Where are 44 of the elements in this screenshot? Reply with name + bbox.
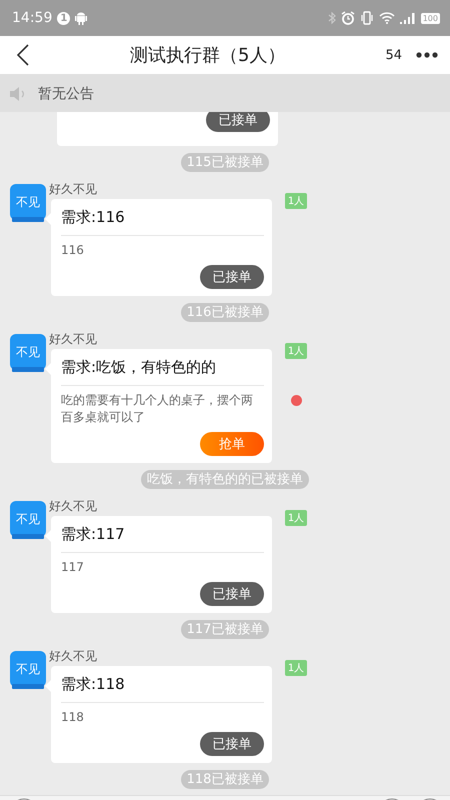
read-count-badge: 1人 [284, 660, 308, 676]
grab-button[interactable]: 抢单 [200, 432, 264, 456]
request-title: 需求:吃饭，有特色的的 [61, 356, 264, 386]
avatar[interactable]: 不见 [10, 334, 46, 370]
battery-level: 100 [420, 12, 440, 24]
avatar[interactable]: 不见 [10, 184, 46, 220]
sender-name: 好久不见 [49, 649, 98, 663]
status-button[interactable]: 已接单 [200, 582, 264, 606]
vibrate-icon [360, 11, 374, 25]
system-notice: 吃饭，有特色的的已被接单 [141, 470, 309, 489]
request-description: 117 [61, 559, 85, 576]
request-title: 需求:118 [61, 673, 264, 703]
request-description: 吃的需要有十几个人的桌子，摆个两百多桌就可以了 [61, 392, 254, 426]
more-button[interactable] [416, 52, 438, 58]
request-description: 118 [61, 709, 85, 726]
sender-name: 好久不见 [49, 332, 98, 346]
avatar[interactable]: 不见 [10, 501, 46, 537]
request-title: 需求:117 [61, 523, 264, 553]
status-button[interactable]: 已接单 [200, 265, 264, 289]
clock: 14:59 [12, 10, 52, 26]
avatar[interactable]: 不见 [10, 651, 46, 687]
alarm-icon [340, 11, 355, 25]
system-notice: 117已被接单 [180, 620, 270, 639]
sender-name: 好久不见 [49, 499, 98, 513]
notification-badge: 1 [57, 12, 70, 24]
chat-title: 测试执行群（5人） [129, 44, 286, 67]
status-button[interactable]: 已接单 [200, 732, 264, 756]
system-notice: 118已被接单 [180, 770, 270, 789]
signal-icon [400, 12, 416, 24]
read-count-badge: 1人 [284, 343, 308, 359]
status-button[interactable]: 已接单 [206, 112, 270, 132]
read-count-badge: 1人 [284, 193, 308, 209]
message-count: 54 [385, 48, 402, 62]
request-title: 需求:116 [61, 206, 264, 236]
system-notice: 115已被接单 [180, 153, 270, 172]
request-description: 116 [61, 242, 85, 259]
bluetooth-icon [328, 12, 336, 24]
system-notice: 116已被接单 [180, 303, 270, 322]
wifi-icon [378, 12, 395, 24]
read-count-badge: 1人 [284, 510, 308, 526]
back-button[interactable] [16, 44, 30, 66]
android-icon [75, 12, 88, 24]
announcement-text: 暂无公告 [38, 84, 94, 102]
sender-name: 好久不见 [49, 182, 98, 196]
